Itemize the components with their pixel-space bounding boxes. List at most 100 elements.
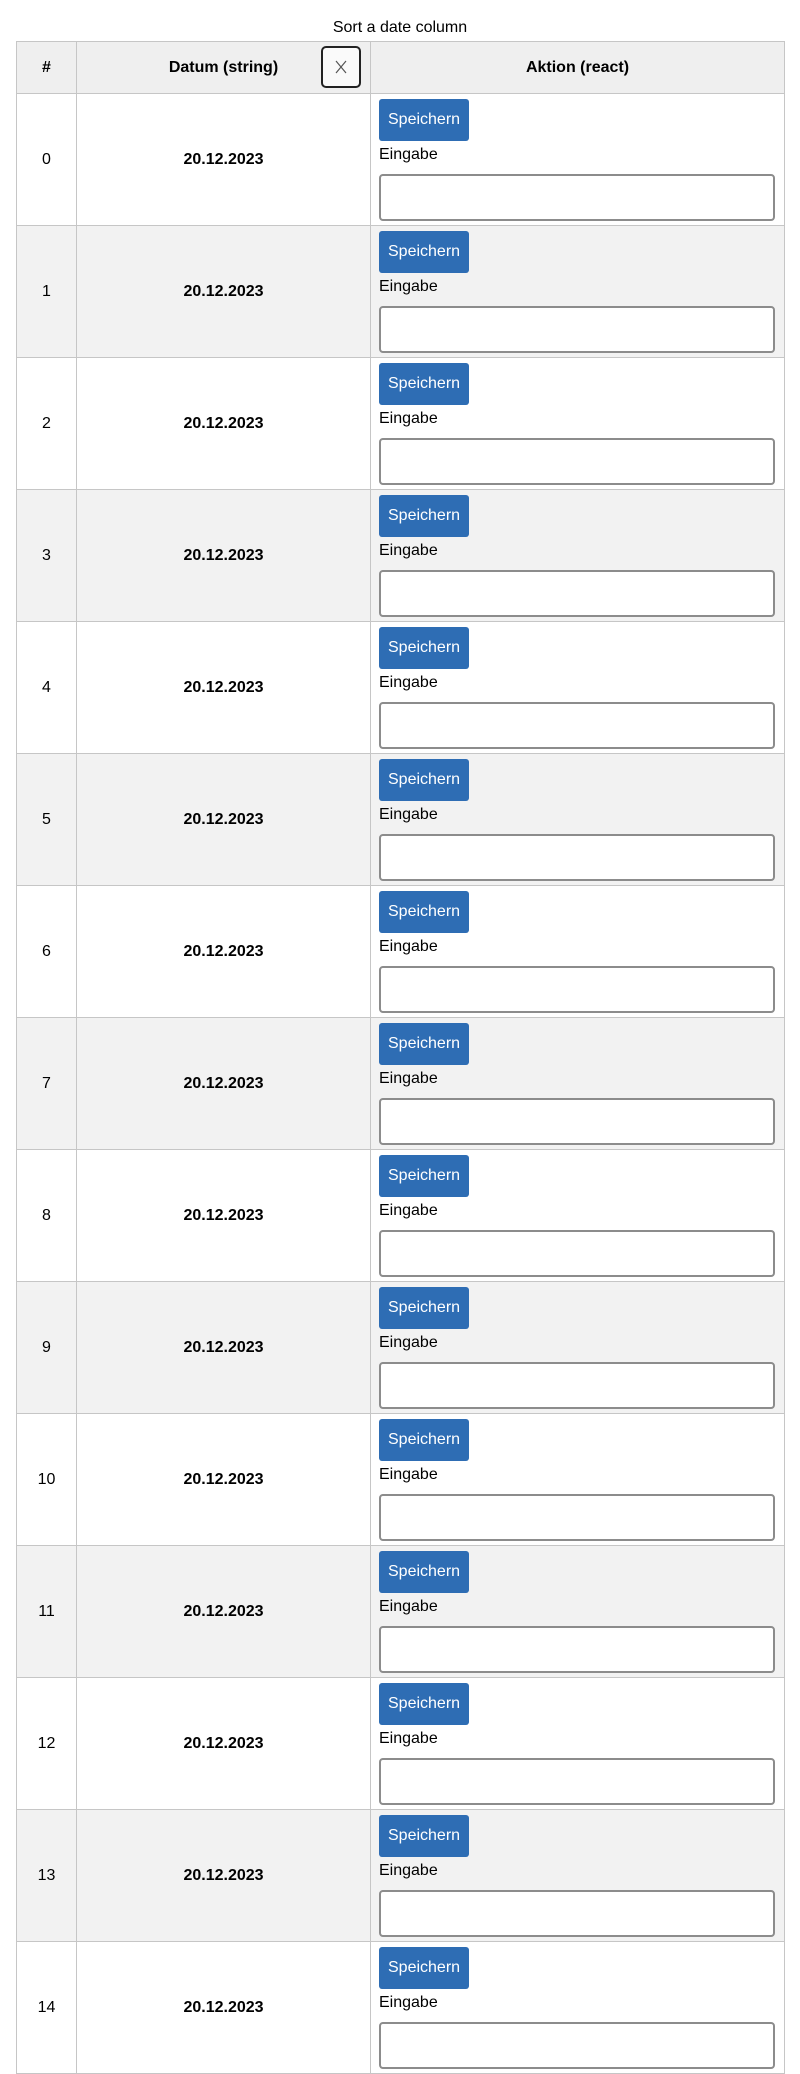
save-button[interactable]: Speichern xyxy=(379,759,470,801)
save-button[interactable]: Speichern xyxy=(379,1023,470,1065)
save-button[interactable]: Speichern xyxy=(379,1551,470,1593)
row-index-cell: 6 xyxy=(16,885,77,1018)
sort-date-button[interactable] xyxy=(321,46,361,88)
save-button[interactable]: Speichern xyxy=(379,627,470,669)
table-row: 12 20.12.2023 Speichern Eingabe xyxy=(16,1677,785,1810)
save-button[interactable]: Speichern xyxy=(379,495,470,537)
table-row: 0 20.12.2023 Speichern Eingabe xyxy=(16,93,785,226)
input-label: Eingabe xyxy=(379,806,438,823)
row-date-cell: 20.12.2023 xyxy=(76,885,371,1018)
save-button[interactable]: Speichern xyxy=(379,891,470,933)
table-row: 8 20.12.2023 Speichern Eingabe xyxy=(16,1149,785,1282)
row-date-cell: 20.12.2023 xyxy=(76,621,371,754)
row-action-cell: Speichern Eingabe xyxy=(370,357,785,490)
row-date-cell: 20.12.2023 xyxy=(76,489,371,622)
input-label: Eingabe xyxy=(379,1862,438,1879)
sort-icon xyxy=(335,60,347,74)
input-label: Eingabe xyxy=(379,542,438,559)
row-date-cell: 20.12.2023 xyxy=(76,93,371,226)
save-button[interactable]: Speichern xyxy=(379,1683,470,1725)
row-date-cell: 20.12.2023 xyxy=(76,1941,371,2074)
save-button[interactable]: Speichern xyxy=(379,1287,470,1329)
input-label: Eingabe xyxy=(379,146,438,163)
row-index-cell: 7 xyxy=(16,1017,77,1150)
row-index-cell: 4 xyxy=(16,621,77,754)
row-date-cell: 20.12.2023 xyxy=(76,1809,371,1942)
row-date-cell: 20.12.2023 xyxy=(76,1017,371,1150)
header-date-label: Datum (string) xyxy=(168,58,279,76)
row-date-cell: 20.12.2023 xyxy=(76,753,371,886)
table-row: 4 20.12.2023 Speichern Eingabe xyxy=(16,621,785,754)
text-input[interactable] xyxy=(379,1230,775,1277)
table-row: 14 20.12.2023 Speichern Eingabe xyxy=(16,1941,785,2074)
input-label: Eingabe xyxy=(379,1202,438,1219)
row-date-cell: 20.12.2023 xyxy=(76,1545,371,1678)
text-input[interactable] xyxy=(379,1362,775,1409)
table-row: 5 20.12.2023 Speichern Eingabe xyxy=(16,753,785,886)
row-index-cell: 14 xyxy=(16,1941,77,2074)
text-input[interactable] xyxy=(379,1626,775,1673)
save-button[interactable]: Speichern xyxy=(379,1947,470,1989)
save-button[interactable]: Speichern xyxy=(379,231,470,273)
row-date-cell: 20.12.2023 xyxy=(76,1413,371,1546)
row-index-cell: 2 xyxy=(16,357,77,490)
text-input[interactable] xyxy=(379,306,775,353)
save-button[interactable]: Speichern xyxy=(379,1815,470,1857)
input-label: Eingabe xyxy=(379,1334,438,1351)
row-index-cell: 9 xyxy=(16,1281,77,1414)
input-label: Eingabe xyxy=(379,674,438,691)
table-row: 1 20.12.2023 Speichern Eingabe xyxy=(16,225,785,358)
row-action-cell: Speichern Eingabe xyxy=(370,621,785,754)
input-label: Eingabe xyxy=(379,278,438,295)
row-date-cell: 20.12.2023 xyxy=(76,1149,371,1282)
row-action-cell: Speichern Eingabe xyxy=(370,489,785,622)
input-label: Eingabe xyxy=(379,1070,438,1087)
row-action-cell: Speichern Eingabe xyxy=(370,885,785,1018)
table-row: 6 20.12.2023 Speichern Eingabe xyxy=(16,885,785,1018)
text-input[interactable] xyxy=(379,438,775,485)
row-index-cell: 13 xyxy=(16,1809,77,1942)
row-action-cell: Speichern Eingabe xyxy=(370,1677,785,1810)
row-index-cell: 11 xyxy=(16,1545,77,1678)
row-index-cell: 12 xyxy=(16,1677,77,1810)
input-label: Eingabe xyxy=(379,1598,438,1615)
row-date-cell: 20.12.2023 xyxy=(76,225,371,358)
text-input[interactable] xyxy=(379,1098,775,1145)
save-button[interactable]: Speichern xyxy=(379,99,470,141)
input-label: Eingabe xyxy=(379,410,438,427)
text-input[interactable] xyxy=(379,1494,775,1541)
save-button[interactable]: Speichern xyxy=(379,1419,470,1461)
text-input[interactable] xyxy=(379,570,775,617)
text-input[interactable] xyxy=(379,834,775,881)
input-label: Eingabe xyxy=(379,1466,438,1483)
table-header-row: # Datum (string) Aktion (react) xyxy=(16,41,785,94)
row-index-cell: 0 xyxy=(16,93,77,226)
text-input[interactable] xyxy=(379,1890,775,1937)
row-index-cell: 10 xyxy=(16,1413,77,1546)
input-label: Eingabe xyxy=(379,938,438,955)
text-input[interactable] xyxy=(379,702,775,749)
save-button[interactable]: Speichern xyxy=(379,1155,470,1197)
row-date-cell: 20.12.2023 xyxy=(76,1281,371,1414)
row-action-cell: Speichern Eingabe xyxy=(370,1413,785,1546)
table-row: 2 20.12.2023 Speichern Eingabe xyxy=(16,357,785,490)
row-index-cell: 1 xyxy=(16,225,77,358)
header-date: Datum (string) xyxy=(76,41,371,94)
row-action-cell: Speichern Eingabe xyxy=(370,93,785,226)
text-input[interactable] xyxy=(379,1758,775,1805)
table-row: 7 20.12.2023 Speichern Eingabe xyxy=(16,1017,785,1150)
save-button[interactable]: Speichern xyxy=(379,363,470,405)
table-row: 13 20.12.2023 Speichern Eingabe xyxy=(16,1809,785,1942)
row-index-cell: 8 xyxy=(16,1149,77,1282)
header-action: Aktion (react) xyxy=(370,41,785,94)
row-action-cell: Speichern Eingabe xyxy=(370,753,785,886)
text-input[interactable] xyxy=(379,2022,775,2069)
text-input[interactable] xyxy=(379,966,775,1013)
row-action-cell: Speichern Eingabe xyxy=(370,1809,785,1942)
table-row: 9 20.12.2023 Speichern Eingabe xyxy=(16,1281,785,1414)
row-action-cell: Speichern Eingabe xyxy=(370,1941,785,2074)
text-input[interactable] xyxy=(379,174,775,221)
row-index-cell: 3 xyxy=(16,489,77,622)
row-index-cell: 5 xyxy=(16,753,77,886)
row-date-cell: 20.12.2023 xyxy=(76,1677,371,1810)
